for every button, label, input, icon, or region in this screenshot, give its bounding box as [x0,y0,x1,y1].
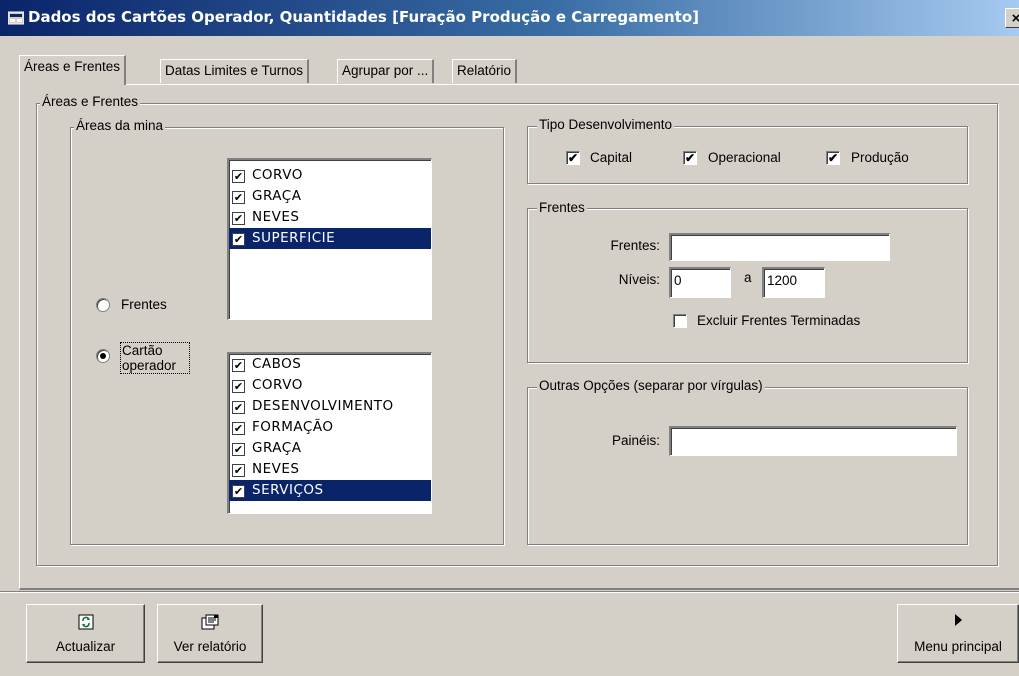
window-app-icon [8,11,24,25]
list-checkbox[interactable]: ✔ [232,191,245,204]
checkbox-excluir-frentes-label: Excluir Frentes Terminadas [697,313,861,328]
list-item[interactable]: ✔ NEVES [229,207,431,228]
list-checkbox[interactable]: ✔ [232,443,245,456]
list-checkbox[interactable]: ✔ [232,401,245,414]
radio-selected-dot [100,353,106,359]
tab-areas-frentes[interactable]: Áreas e Frentes [19,55,127,85]
actualizar-button[interactable]: Actualizar [26,604,145,663]
group-frentes-legend: Frentes [537,200,587,216]
report-icon [201,614,219,630]
list-item[interactable]: ✔ CORVO [229,165,431,186]
list-item-label: SUPERFICIE [250,230,336,246]
list-item[interactable]: ✔ DESENVOLVIMENTO [229,396,431,417]
play-arrow-icon [955,614,962,626]
checkbox-operacional[interactable]: ✔ [683,151,697,165]
tab-datas-limites-turnos[interactable]: Datas Limites e Turnos [160,59,310,83]
title-bar[interactable]: Dados dos Cartões Operador, Quantidades … [0,0,1019,36]
areas-list-top[interactable]: ✔ CORVO ✔ GRAÇA ✔ NEVES ✔ SUPERFICIE [227,158,432,320]
list-item-label: SERVIÇOS [250,482,324,498]
areas-list-bottom[interactable]: ✔ CABOS ✔ CORVO ✔ DESENVOLVIMENTO ✔ FORMAÇÃO ✔ GR… [227,352,432,514]
list-item[interactable]: ✔ NEVES [229,459,431,480]
niveis-to-input[interactable]: 1200 [762,267,825,298]
list-item[interactable]: ✔ CORVO [229,375,431,396]
list-item-label: NEVES [252,209,300,225]
checkbox-capital-label: Capital [590,150,633,165]
list-item-label: GRAÇA [252,440,302,456]
list-item-label: NEVES [252,461,300,477]
checkbox-producao-label: Produção [851,150,909,165]
tab-agrupar-por[interactable]: Agrupar por ... [337,59,435,83]
checkbox-excluir-frentes[interactable] [673,314,687,328]
checkbox-producao[interactable]: ✔ [826,151,840,165]
ver-relatorio-label: Ver relatório [173,639,247,654]
ver-relatorio-button[interactable]: Ver relatório [157,604,263,663]
list-checkbox[interactable]: ✔ [232,233,245,246]
frentes-input[interactable] [669,233,890,261]
window-title: Dados dos Cartões Operador, Quantidades … [28,8,700,26]
list-item-label: DESENVOLVIMENTO [252,398,394,414]
list-item-label: CORVO [252,167,303,183]
paineis-input[interactable] [669,426,957,456]
list-item[interactable]: ✔ GRAÇA [229,186,431,207]
paineis-label: Painéis: [611,433,660,448]
bottom-separator [0,591,1019,593]
group-areas-frentes-legend: Áreas e Frentes [40,94,141,110]
list-checkbox[interactable]: ✔ [232,485,245,498]
close-icon: × [1011,10,1019,27]
list-item[interactable]: ✔ SUPERFICIE [229,228,431,249]
group-outras-opcoes-legend: Outras Opções (separar por vírgulas) [537,378,765,394]
group-tipo-desenvolvimento-legend: Tipo Desenvolvimento [537,117,675,133]
list-checkbox[interactable]: ✔ [232,380,245,393]
close-button[interactable]: × [1005,8,1019,28]
list-item-label: CORVO [252,377,303,393]
checkbox-capital[interactable]: ✔ [566,151,580,165]
list-checkbox[interactable]: ✔ [232,464,245,477]
tab-relatorio[interactable]: Relatório [452,59,518,83]
list-checkbox[interactable]: ✔ [232,422,245,435]
actualizar-label: Actualizar [55,639,116,654]
radio-frentes[interactable]: Frentes [96,296,216,316]
niveis-from-input[interactable]: 0 [669,267,731,298]
list-checkbox[interactable]: ✔ [232,359,245,372]
list-checkbox[interactable]: ✔ [232,170,245,183]
radio-cartao-circle[interactable] [96,349,110,363]
radio-cartao-label: Cartão operador [120,342,190,374]
list-item-label: GRAÇA [252,188,302,204]
niveis-separator: a [744,270,752,285]
niveis-label: Níveis: [618,272,660,287]
frentes-label: Frentes: [610,238,660,253]
list-item[interactable]: ✔ CABOS [229,354,431,375]
list-item[interactable]: ✔ SERVIÇOS [229,480,431,501]
group-outras-opcoes [527,387,968,545]
menu-principal-button[interactable]: Menu principal [897,604,1019,663]
list-item-label: CABOS [252,356,302,372]
list-item[interactable]: ✔ FORMAÇÃO [229,417,431,438]
radio-frentes-circle[interactable] [96,298,110,312]
list-item-label: FORMAÇÃO [252,419,334,435]
list-checkbox[interactable]: ✔ [232,212,245,225]
refresh-icon [78,614,93,630]
radio-frentes-label: Frentes [121,297,167,312]
radio-cartao-operador[interactable]: Cartão operador [96,342,216,379]
list-item[interactable]: ✔ GRAÇA [229,438,431,459]
menu-principal-label: Menu principal [914,639,1002,654]
group-areas-mina-legend: Áreas da mina [74,118,166,134]
checkbox-operacional-label: Operacional [708,150,781,165]
